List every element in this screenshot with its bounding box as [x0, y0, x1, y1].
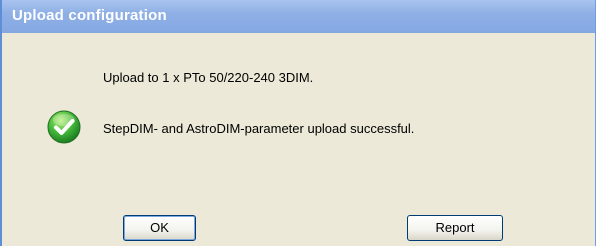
title-bar[interactable]: Upload configuration — [2, 0, 595, 33]
window-title: Upload configuration — [12, 7, 167, 24]
upload-result-text: StepDIM- and AstroDIM-parameter upload s… — [103, 121, 415, 136]
report-button[interactable]: Report — [407, 215, 503, 241]
ok-button[interactable]: OK — [123, 215, 196, 241]
upload-target-text: Upload to 1 x PTo 50/220-240 3DIM. — [103, 70, 314, 85]
success-check-icon — [47, 110, 81, 144]
dialog-content: Upload to 1 x PTo 50/220-240 3DIM. StepD… — [2, 33, 595, 246]
dialog-window: Upload configuration Upload to 1 x PTo 5… — [0, 0, 596, 246]
